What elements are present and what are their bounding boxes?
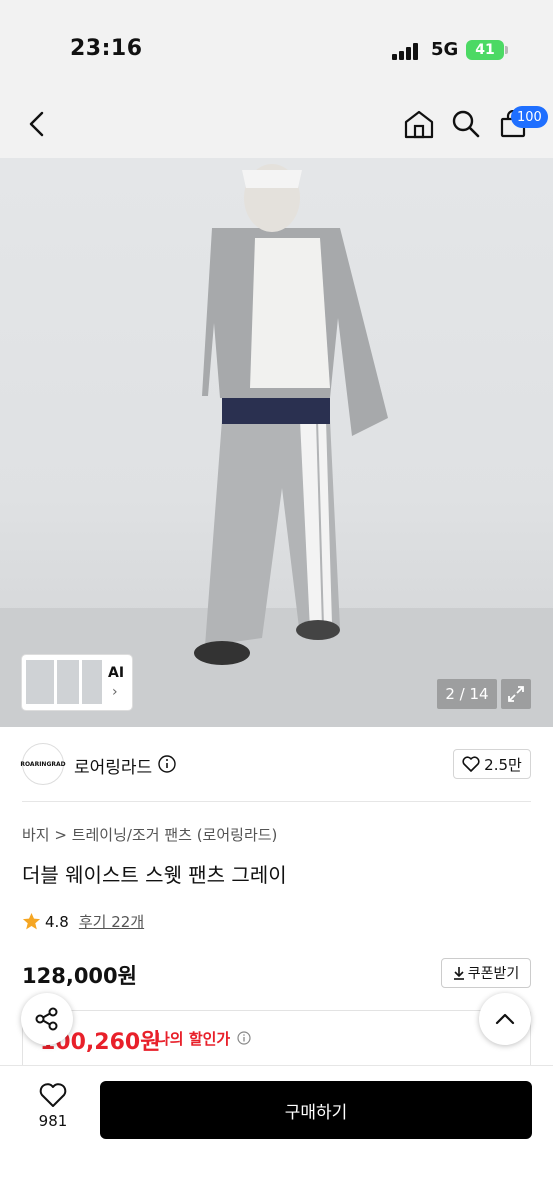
coupon-label: 쿠폰받기 [467, 966, 520, 982]
scroll-top-button[interactable] [479, 993, 531, 1045]
brand-logo[interactable]: ROARINGRAD [20, 743, 66, 785]
signal-icon [392, 42, 422, 60]
star-icon [22, 912, 41, 930]
image-counter: 2 / 14 [437, 679, 497, 709]
thumbnail-strip[interactable] [22, 655, 132, 710]
discount-label: 나의 할인가 [156, 1030, 231, 1048]
expand-button[interactable] [501, 679, 531, 709]
info-icon[interactable] [237, 1031, 251, 1045]
buy-button[interactable]: 구매하기 [100, 1081, 532, 1139]
network-label: 5G [431, 39, 459, 60]
heart-icon [462, 756, 480, 772]
thumbnail-1[interactable] [26, 660, 54, 704]
battery-cap [505, 46, 508, 54]
status-time: 23:16 [70, 36, 143, 61]
expand-icon [508, 686, 524, 702]
breadcrumb[interactable]: 바지 > 트레이닝/조거 팬츠 (로어링라드) [22, 824, 277, 845]
wishlist-count: 981 [38, 1112, 68, 1130]
share-button[interactable] [21, 993, 73, 1045]
divider [22, 801, 531, 802]
product-title: 더블 웨이스트 스웻 팬츠 그레이 [22, 863, 287, 887]
info-icon[interactable] [158, 755, 176, 773]
cart-count-badge: 100 [511, 106, 548, 128]
brand-like-button[interactable]: 2.5만 [453, 749, 531, 779]
rating-value: 4.8 [45, 912, 69, 931]
chevron-up-icon [495, 1013, 515, 1025]
brand-name[interactable]: 로어링라드 [74, 753, 152, 778]
chevron-right-icon[interactable]: › [112, 684, 118, 700]
review-link[interactable]: 후기 22개 [79, 911, 144, 932]
product-price: 128,000원 [22, 964, 137, 988]
share-icon [35, 1007, 58, 1031]
home-icon[interactable] [403, 109, 435, 139]
heart-icon [39, 1083, 67, 1107]
status-bar: 23:16 5G 41 [0, 0, 553, 96]
model-photo [0, 164, 553, 727]
product-image[interactable] [0, 158, 553, 727]
rating-row: 4.8 후기 22개 [22, 911, 144, 932]
wishlist-button[interactable]: 981 [24, 1082, 82, 1138]
thumbnail-3[interactable] [82, 660, 102, 704]
brand-like-count: 2.5만 [484, 755, 522, 774]
search-icon[interactable] [451, 109, 481, 139]
back-icon[interactable] [26, 110, 50, 138]
battery-icon: 41 [466, 40, 504, 60]
thumbnail-2[interactable] [57, 660, 79, 704]
ai-label[interactable]: AI [108, 665, 124, 681]
coupon-button[interactable]: 쿠폰받기 [441, 958, 531, 988]
download-icon [453, 967, 464, 980]
